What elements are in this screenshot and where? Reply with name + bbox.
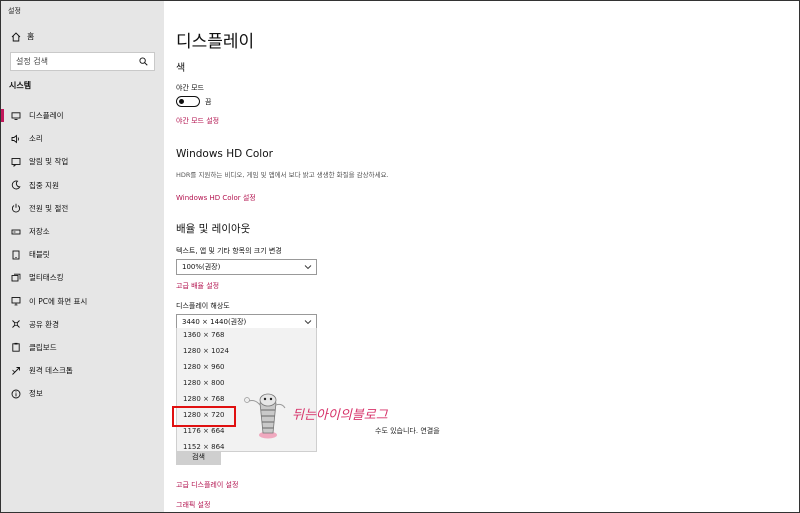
sidebar-item-display[interactable]: 디스플레이 (1, 104, 164, 127)
sidebar-item-label: 알림 및 작업 (29, 157, 69, 167)
sidebar-item-label: 전원 및 절전 (29, 203, 69, 213)
sidebar-item-focus-assist[interactable]: 집중 지원 (1, 174, 164, 197)
scale-label: 텍스트, 앱 및 기타 항목의 크기 변경 (176, 247, 282, 255)
night-light-settings-link[interactable]: 야간 모드 설정 (176, 116, 219, 126)
notification-icon (11, 158, 21, 167)
monitor-icon (11, 111, 21, 120)
sidebar: 설정 홈 시스템 디스플레이 소리 알림 및 작업 (1, 1, 164, 512)
sidebar-item-label: 정보 (29, 389, 43, 399)
home-link[interactable]: 홈 (11, 31, 34, 42)
resolution-option[interactable]: 1360 × 768 (177, 328, 316, 343)
multitasking-icon (11, 273, 21, 282)
graphics-settings-link[interactable]: 그래픽 설정 (176, 500, 210, 510)
sidebar-item-multitasking[interactable]: 멀티태스킹 (1, 266, 164, 289)
page-title: 디스플레이 (176, 32, 255, 52)
remote-desktop-icon (12, 366, 20, 375)
sidebar-item-storage[interactable]: 저장소 (1, 220, 164, 243)
blog-watermark: 뒤는아이의블로그 (292, 408, 389, 423)
sidebar-item-label: 이 PC에 화면 표시 (29, 296, 88, 306)
hdr-description: HDR를 지원하는 비디오, 게임 및 앱에서 보다 밝고 생생한 화질을 감상… (176, 171, 389, 179)
resolution-value: 3440 × 1440(권장) (182, 318, 247, 326)
sidebar-item-label: 저장소 (29, 227, 50, 237)
mascot-character (244, 393, 286, 439)
resolution-label: 디스플레이 해상도 (176, 302, 230, 310)
advanced-scaling-link[interactable]: 고급 배율 설정 (176, 281, 219, 291)
storage-icon (11, 229, 21, 234)
settings-window: 설정 홈 시스템 디스플레이 소리 알림 및 작업 (0, 0, 800, 513)
chevron-down-icon (304, 265, 312, 270)
moon-icon (11, 180, 21, 190)
sidebar-item-project[interactable]: 이 PC에 화면 표시 (1, 290, 164, 313)
tablet-icon (12, 250, 20, 260)
sidebar-item-label: 원격 데스크톱 (29, 366, 73, 376)
home-icon (11, 31, 21, 41)
hdr-heading: Windows HD Color (176, 148, 273, 160)
night-light-toggle[interactable] (176, 96, 200, 107)
share-icon (12, 320, 20, 329)
toggle-knob (179, 98, 184, 104)
sidebar-item-sound[interactable]: 소리 (1, 127, 164, 150)
project-icon (11, 297, 21, 306)
sidebar-item-clipboard[interactable]: 클립보드 (1, 336, 164, 359)
sidebar-item-label: 소리 (29, 134, 43, 144)
advanced-display-settings-link[interactable]: 고급 디스플레이 설정 (176, 480, 238, 490)
sidebar-item-label: 공유 환경 (29, 319, 59, 329)
search-icon[interactable] (139, 57, 148, 66)
sidebar-item-shared-experiences[interactable]: 공유 환경 (1, 313, 164, 336)
sidebar-item-label: 클립보드 (29, 342, 57, 352)
sidebar-item-label: 멀티태스킹 (29, 273, 64, 283)
sidebar-item-remote-desktop[interactable]: 원격 데스크톱 (1, 359, 164, 382)
scale-layout-heading: 배율 및 레이아웃 (176, 223, 251, 235)
night-light-state: 끔 (205, 98, 212, 106)
color-heading: 색 (176, 63, 186, 74)
highlight-box (172, 406, 236, 427)
search-box[interactable] (10, 52, 155, 71)
sidebar-item-about[interactable]: 정보 (1, 382, 164, 405)
section-label: 시스템 (9, 81, 32, 90)
sidebar-item-tablet[interactable]: 태블릿 (1, 243, 164, 266)
multiple-displays-text: 수도 있습니다. 연결을 (375, 427, 440, 435)
sidebar-item-notifications[interactable]: 알림 및 작업 (1, 150, 164, 173)
speaker-icon (11, 134, 19, 144)
scale-dropdown[interactable]: 100%(권장) (176, 259, 317, 275)
sidebar-nav: 디스플레이 소리 알림 및 작업 집중 지원 전원 및 절전 저장소 태블릿 멀… (1, 104, 164, 405)
chevron-down-icon (304, 320, 312, 325)
app-title: 설정 (8, 7, 21, 15)
night-light-label: 야간 모드 (176, 84, 204, 92)
power-icon (11, 204, 21, 213)
sidebar-item-label: 태블릿 (29, 250, 50, 260)
hdr-settings-link[interactable]: Windows HD Color 설정 (176, 193, 256, 203)
scale-value: 100%(권장) (182, 263, 221, 271)
sidebar-item-power[interactable]: 전원 및 절전 (1, 197, 164, 220)
home-label: 홈 (27, 32, 35, 41)
watermark-text: 뒤는아이의블로그 (292, 408, 389, 423)
sidebar-item-label: 집중 지원 (29, 180, 59, 190)
clipboard-icon (12, 343, 20, 353)
sidebar-item-label: 디스플레이 (29, 111, 64, 121)
info-icon (11, 389, 21, 399)
search-input[interactable] (16, 57, 126, 66)
resolution-option[interactable]: 1280 × 1024 (177, 343, 316, 359)
resolution-option[interactable]: 1280 × 960 (177, 359, 316, 375)
